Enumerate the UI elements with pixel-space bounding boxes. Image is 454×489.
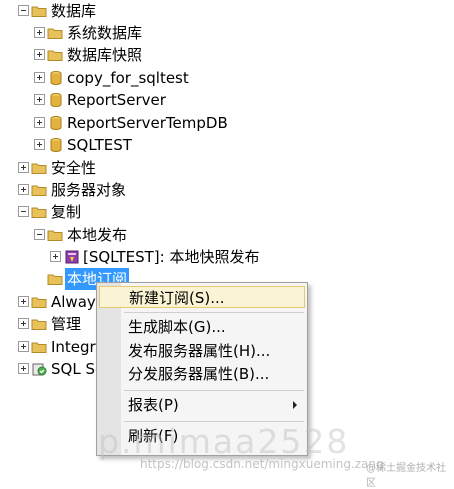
expand-icon[interactable] bbox=[34, 72, 45, 83]
tree-label: 本地发布 bbox=[67, 226, 128, 244]
collapse-icon[interactable] bbox=[34, 229, 45, 240]
folder-icon bbox=[47, 230, 63, 241]
tree-label: 管理 bbox=[51, 315, 82, 333]
tree-label: ReportServer bbox=[67, 91, 166, 109]
expand-icon[interactable] bbox=[34, 49, 45, 60]
menu-item-reports[interactable]: 报表(P) bbox=[99, 394, 305, 416]
tree-label: 系统数据库 bbox=[67, 24, 143, 42]
database-icon bbox=[50, 93, 62, 108]
expand-icon[interactable] bbox=[18, 341, 29, 352]
menu-item-label: 新建订阅(S)... bbox=[129, 289, 225, 307]
menu-item-label: 生成脚本(G)... bbox=[128, 318, 226, 336]
watermark-text: p.mimaa2528 bbox=[98, 422, 350, 461]
database-icon bbox=[50, 116, 62, 131]
folder-icon bbox=[47, 274, 63, 285]
agent-icon bbox=[32, 363, 47, 376]
menu-item-label: 报表(P) bbox=[128, 396, 179, 414]
folder-icon bbox=[31, 185, 47, 196]
folder-icon bbox=[31, 319, 47, 330]
collapse-icon[interactable] bbox=[18, 5, 29, 16]
tree-label: 复制 bbox=[51, 203, 82, 221]
expand-icon[interactable] bbox=[18, 296, 29, 307]
publication-icon bbox=[65, 250, 79, 264]
expand-icon[interactable] bbox=[34, 117, 45, 128]
folder-icon bbox=[31, 163, 47, 174]
watermark-logo: @稀土掘金技术社区 bbox=[366, 463, 446, 489]
folder-icon bbox=[47, 50, 63, 61]
tree-label: 数据库快照 bbox=[67, 46, 143, 64]
database-icon bbox=[50, 138, 62, 153]
tree-label: Integr bbox=[51, 338, 96, 356]
expand-icon[interactable] bbox=[34, 139, 45, 150]
database-icon bbox=[50, 71, 62, 86]
menu-item-label: 分发服务器属性(B)... bbox=[128, 365, 270, 383]
expand-icon[interactable] bbox=[18, 318, 29, 329]
collapse-icon[interactable] bbox=[18, 206, 29, 217]
menu-separator bbox=[124, 390, 304, 391]
folder-icon bbox=[31, 297, 47, 308]
expand-icon[interactable] bbox=[50, 251, 61, 262]
tree-label: 数据库 bbox=[51, 2, 97, 20]
tree-label: Alway bbox=[51, 293, 96, 311]
expand-icon[interactable] bbox=[18, 184, 29, 195]
menu-item-publisher-properties[interactable]: 发布服务器属性(H)... bbox=[99, 340, 305, 362]
folder-icon bbox=[31, 342, 47, 353]
tree-label: ReportServerTempDB bbox=[67, 114, 228, 132]
folder-icon bbox=[31, 6, 47, 17]
expand-icon[interactable] bbox=[34, 27, 45, 38]
folder-icon bbox=[31, 207, 47, 218]
watermark-url: https://blog.csdn.net/mingxueming.zang bbox=[140, 457, 384, 471]
submenu-arrow-icon bbox=[293, 401, 297, 409]
expand-icon[interactable] bbox=[18, 162, 29, 173]
tree-label: [SQLTEST]: 本地快照发布 bbox=[83, 248, 260, 266]
tree-label: SQLTEST bbox=[67, 136, 132, 154]
tree-label: copy_for_sqltest bbox=[67, 69, 189, 87]
expand-icon[interactable] bbox=[18, 363, 29, 374]
menu-item-distributor-properties[interactable]: 分发服务器属性(B)... bbox=[99, 363, 305, 385]
menu-separator bbox=[124, 312, 304, 313]
menu-item-generate-scripts[interactable]: 生成脚本(G)... bbox=[99, 316, 305, 338]
tree-label: 服务器对象 bbox=[51, 181, 127, 199]
expand-icon[interactable] bbox=[34, 94, 45, 105]
menu-item-label: 发布服务器属性(H)... bbox=[128, 342, 271, 360]
menu-item-new-subscription[interactable]: 新建订阅(S)... bbox=[99, 286, 305, 308]
tree-label: 安全性 bbox=[51, 159, 97, 177]
folder-icon bbox=[47, 28, 63, 39]
